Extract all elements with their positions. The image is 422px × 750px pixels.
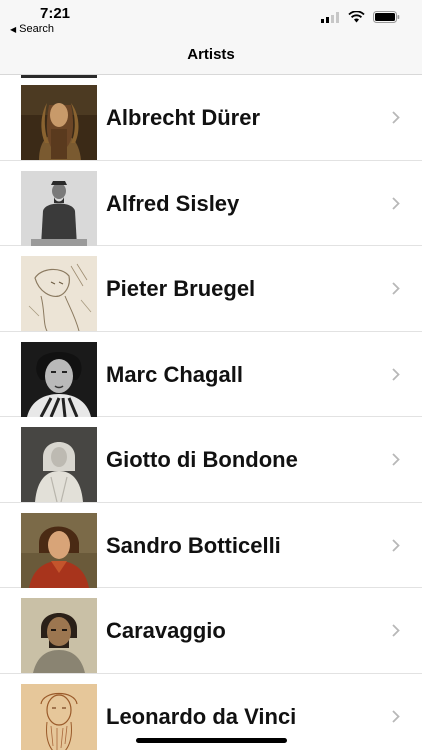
chevron-right-icon — [392, 538, 400, 552]
status-time: 7:21 — [40, 5, 71, 22]
back-arrow-icon: ◀ — [10, 24, 17, 34]
artist-portrait-thumbnail — [21, 512, 97, 588]
artist-name: Marc Chagall — [106, 361, 243, 387]
battery-icon — [373, 11, 400, 23]
wifi-icon — [348, 11, 365, 23]
artist-row[interactable]: Albrecht Dürer — [0, 75, 422, 161]
chevron-right-icon — [392, 111, 400, 124]
chevron-right-icon — [392, 282, 400, 295]
cellular-signal-icon — [321, 11, 339, 23]
artist-portrait-thumbnail — [21, 85, 97, 160]
chevron-right-icon — [392, 624, 400, 637]
artist-name: Caravaggio — [106, 618, 226, 643]
navigation-bar: 7:21 ◀ Search Artists — [0, 0, 422, 75]
artist-portrait-thumbnail — [21, 256, 97, 331]
status-icons — [321, 11, 400, 23]
back-link-label: Search — [19, 23, 55, 35]
artist-row[interactable]: Sandro Botticelli — [0, 503, 422, 588]
artist-portrait-thumbnail — [21, 341, 97, 417]
artist-row[interactable]: Giotto di Bondone — [0, 417, 422, 503]
artist-name: Sandro Botticelli — [106, 532, 281, 558]
chevron-right-icon — [392, 367, 400, 381]
page-title: Artists — [187, 46, 235, 63]
artist-name: Giotto di Bondone — [106, 447, 298, 472]
artist-row[interactable]: Caravaggio — [0, 588, 422, 674]
artist-portrait-thumbnail — [21, 427, 97, 502]
chevron-right-icon — [392, 709, 400, 723]
chevron-right-icon — [392, 453, 400, 466]
home-indicator[interactable] — [136, 738, 287, 743]
artist-row[interactable]: Pieter Bruegel — [0, 246, 422, 332]
artists-list: Albrecht Dürer Alfred Sisley Pieter Brue… — [0, 75, 422, 750]
artist-name: Pieter Bruegel — [106, 276, 256, 301]
artist-row[interactable]: Alfred Sisley — [0, 161, 422, 246]
artists-screen: 7:21 ◀ Search Artists Albrecht Dürer Alf… — [0, 0, 422, 750]
artist-row[interactable]: Marc Chagall — [0, 332, 422, 417]
artist-portrait-thumbnail — [21, 598, 97, 673]
artist-name: Alfred Sisley — [106, 190, 240, 216]
artist-name: Leonardo da Vinci — [106, 703, 297, 729]
artist-portrait-thumbnail — [21, 170, 97, 246]
chevron-right-icon — [392, 196, 400, 210]
artist-portrait-thumbnail — [21, 683, 97, 750]
back-to-search-link[interactable]: ◀ Search — [10, 23, 54, 35]
artist-name: Albrecht Dürer — [106, 105, 261, 130]
